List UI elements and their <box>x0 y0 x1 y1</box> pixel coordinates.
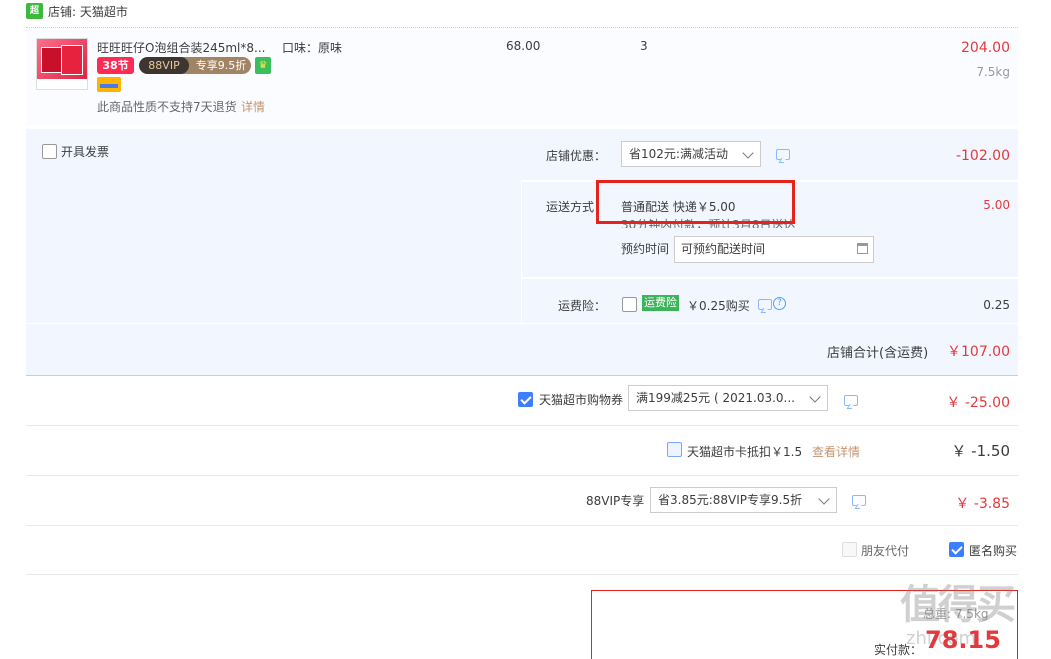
divider <box>26 425 1018 426</box>
product-attribute: 口味：原味 <box>282 41 343 55</box>
insurance-checkbox[interactable] <box>622 297 637 312</box>
watermark-domain: zhi.com <box>906 628 977 649</box>
invoice-checkbox[interactable] <box>42 144 57 159</box>
card-label[interactable]: 天猫超市卡抵扣￥1.5 <box>687 443 802 460</box>
no-return-details-link[interactable]: 详情 <box>241 98 265 115</box>
vip-select-value: 省3.85元:88VIP专享9.5折 <box>658 493 803 507</box>
message-icon[interactable] <box>844 395 858 406</box>
shop-discount-label: 店铺优惠： <box>546 149 607 163</box>
promo-38-badge: 38节 <box>97 57 134 74</box>
reserve-time-input[interactable]: 可预约配送时间 <box>674 236 874 263</box>
help-icon[interactable]: ? <box>773 297 786 310</box>
vip-discount-badge: 88VIP 专享9.5折 <box>139 57 251 74</box>
insurance-value: 0.25 <box>983 298 1010 312</box>
insurance-label: 运费险： <box>558 299 607 313</box>
friend-pay-label[interactable]: 朋友代付 <box>861 542 909 559</box>
insurance-badge: 运费险 <box>642 295 679 311</box>
card-value: ￥ -1.50 <box>951 442 1010 460</box>
divider <box>26 375 1018 376</box>
divider <box>26 574 1018 575</box>
card-pay-icon <box>97 77 121 92</box>
product-thumbnail[interactable] <box>36 38 88 90</box>
highlight-box <box>596 180 795 224</box>
shop-total-label: 店铺合计(含运费) <box>827 346 929 361</box>
vip-label: 88VIP专享 <box>586 494 645 508</box>
chevron-down-icon <box>809 391 821 403</box>
panel-divider <box>521 180 522 323</box>
vip-badge-label: 88VIP <box>139 57 189 74</box>
shop-name[interactable]: 店铺: 天猫超市 <box>48 3 128 20</box>
unit-price: 68.00 <box>506 39 541 53</box>
invoice-label[interactable]: 开具发票 <box>61 143 109 160</box>
shop-total-value: ￥107.00 <box>947 344 1010 360</box>
no-return-notice: 此商品性质不支持7天退货 <box>97 100 237 114</box>
shop-discount-select[interactable]: 省102元:满减活动 <box>621 141 761 167</box>
divider <box>26 475 1018 476</box>
product-title[interactable]: 旺旺旺仔O泡组合装245ml*8... <box>97 39 265 56</box>
coupon-select-value: 满199减25元 ( 2021.03.0... <box>636 391 796 405</box>
vip-value: ￥ -3.85 <box>955 496 1010 512</box>
calendar-icon[interactable] <box>857 243 868 254</box>
message-icon[interactable] <box>776 149 790 160</box>
shipping-value: 5.00 <box>983 198 1010 212</box>
vip-select[interactable]: 省3.85元:88VIP专享9.5折 <box>650 487 837 513</box>
anonymous-label[interactable]: 匿名购买 <box>969 542 1017 559</box>
coupon-label[interactable]: 天猫超市购物券 <box>539 391 623 408</box>
friend-pay-checkbox[interactable] <box>842 542 857 557</box>
watermark-logo: 值得买 <box>900 582 1016 628</box>
insurance-text: ￥0.25购买 <box>687 299 750 313</box>
message-icon[interactable] <box>852 495 866 506</box>
coupon-value: ￥ -25.00 <box>946 395 1010 411</box>
gift-icon: ♛ <box>255 57 271 74</box>
quantity: 3 <box>640 39 648 53</box>
shop-header <box>0 0 1051 28</box>
shop-discount-value: -102.00 <box>955 148 1010 164</box>
card-details-link[interactable]: 查看详情 <box>812 443 860 460</box>
shop-icon: 超市 <box>26 3 43 32</box>
reserve-time-label: 预约时间 <box>621 242 670 256</box>
divider <box>26 525 1018 526</box>
message-icon[interactable] <box>758 299 772 310</box>
item-subtotal: 204.00 <box>961 40 1010 56</box>
chevron-down-icon <box>818 493 830 505</box>
coupon-select[interactable]: 满199减25元 ( 2021.03.0... <box>628 385 828 411</box>
vip-badge-discount: 专享9.5折 <box>195 59 247 72</box>
coupon-checkbox[interactable] <box>518 392 533 407</box>
card-checkbox[interactable] <box>667 442 682 457</box>
item-weight: 7.5kg <box>976 65 1010 79</box>
reserve-time-placeholder: 可预约配送时间 <box>681 242 766 256</box>
chevron-down-icon <box>742 147 754 159</box>
shop-discount-select-value: 省102元:满减活动 <box>629 147 728 161</box>
anonymous-checkbox[interactable] <box>949 542 964 557</box>
